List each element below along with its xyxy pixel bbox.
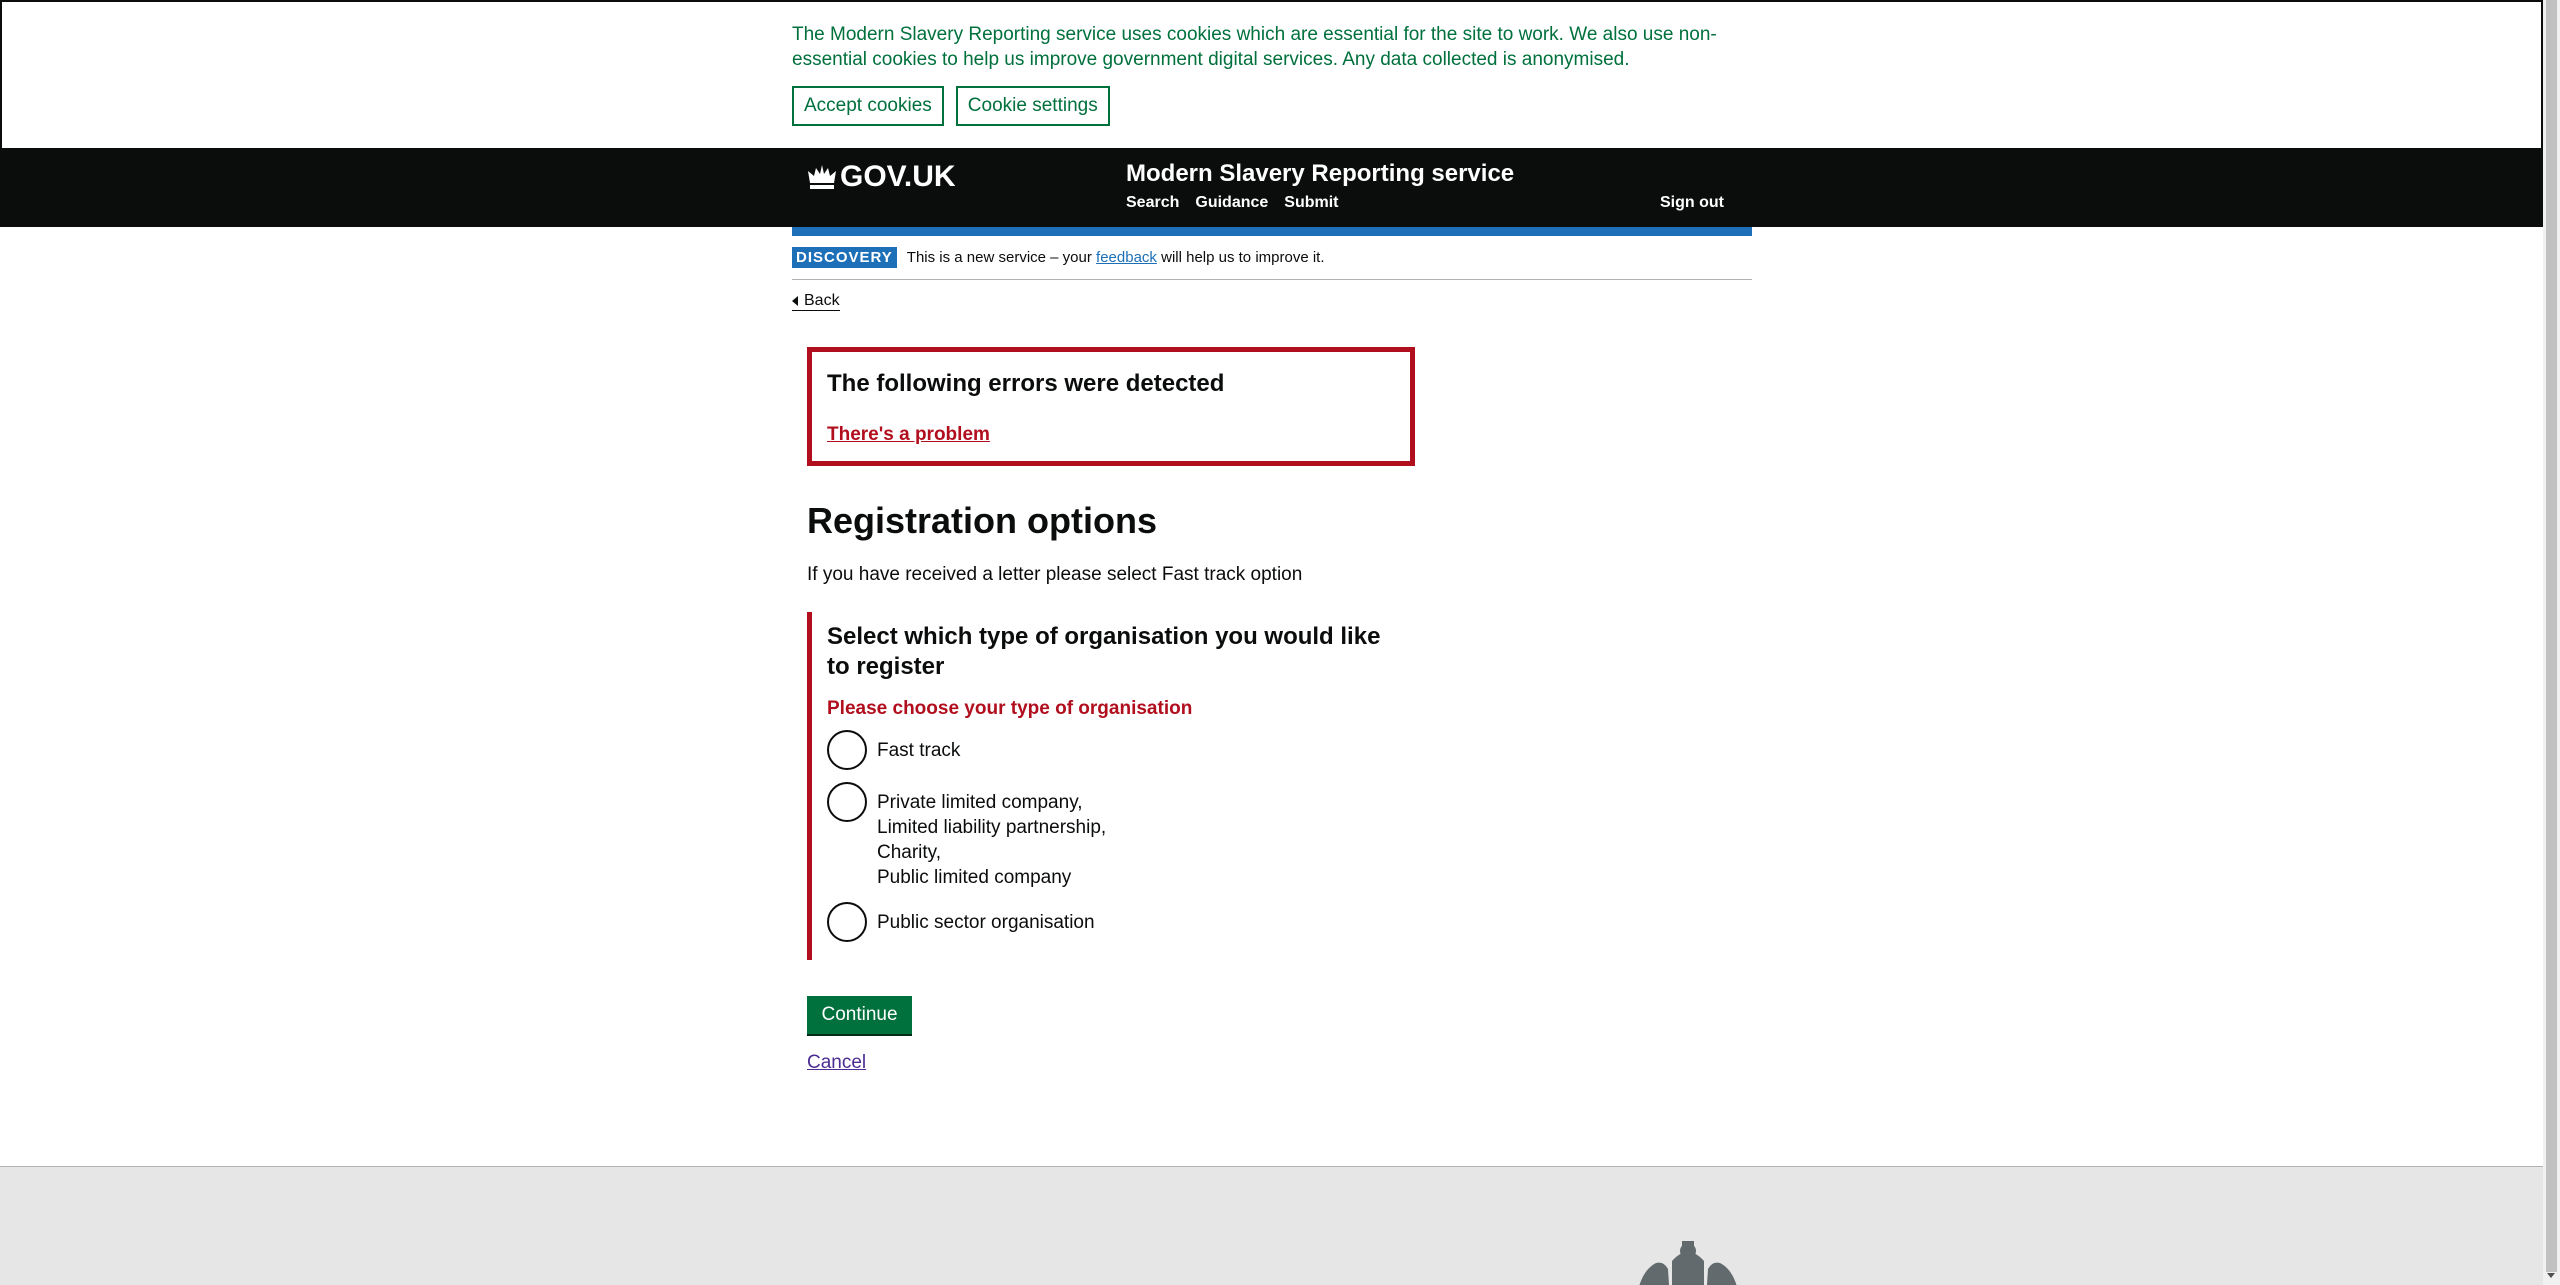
radio-button[interactable] xyxy=(827,782,867,822)
sign-out-link[interactable]: Sign out xyxy=(1660,194,1724,212)
site-header: GOV.UK Modern Slavery Reporting service … xyxy=(0,148,2543,227)
error-summary-link[interactable]: There's a problem xyxy=(827,424,990,446)
cancel-link[interactable]: Cancel xyxy=(807,1052,866,1074)
site-footer xyxy=(0,1166,2543,1285)
royal-coat-of-arms-icon xyxy=(1639,1241,1737,1285)
govuk-logo[interactable]: GOV.UK xyxy=(806,160,956,194)
header-blue-bar xyxy=(792,227,1752,236)
phase-text-before: This is a new service – your xyxy=(906,249,1097,266)
back-arrow-icon xyxy=(792,296,798,306)
option-line: Private limited company, xyxy=(877,792,1083,813)
continue-button[interactable]: Continue xyxy=(807,996,912,1034)
radio-public-sector[interactable]: Public sector organisation xyxy=(827,902,1415,942)
field-error-message: Please choose your type of organisation xyxy=(827,698,1193,719)
page-hint: If you have received a letter please sel… xyxy=(807,564,1303,585)
option-line: Limited liability partnership, xyxy=(877,817,1107,838)
crown-icon xyxy=(808,165,836,189)
organisation-type-fieldset: Select which type of organisation you wo… xyxy=(807,612,1415,960)
service-name[interactable]: Modern Slavery Reporting service xyxy=(1126,160,1514,188)
scrollbar-thumb[interactable] xyxy=(2546,0,2557,1272)
nav-submit[interactable]: Submit xyxy=(1284,194,1338,212)
error-summary-title: The following errors were detected xyxy=(827,370,1225,397)
option-line: Charity, xyxy=(877,842,942,863)
radio-private-company[interactable]: Private limited company, Limited liabili… xyxy=(827,782,1415,890)
radio-label-fast-track[interactable]: Fast track xyxy=(877,738,960,763)
scroll-down-arrow-icon[interactable] xyxy=(2547,1273,2555,1278)
cookie-message: The Modern Slavery Reporting service use… xyxy=(792,24,1717,70)
radio-button[interactable] xyxy=(827,902,867,942)
error-summary: The following errors were detected There… xyxy=(807,347,1415,466)
radio-label-public-sector[interactable]: Public sector organisation xyxy=(877,910,1095,935)
nav-guidance[interactable]: Guidance xyxy=(1195,194,1268,212)
phase-banner: DISCOVERY This is a new service – your f… xyxy=(792,236,1752,280)
radio-button[interactable] xyxy=(827,730,867,770)
cookie-settings-button[interactable]: Cookie settings xyxy=(955,86,1110,126)
feedback-link[interactable]: feedback xyxy=(1096,249,1157,266)
page-title: Registration options xyxy=(807,500,1157,541)
radio-label-private-company[interactable]: Private limited company, Limited liabili… xyxy=(877,790,1106,890)
accept-cookies-button[interactable]: Accept cookies xyxy=(792,86,944,126)
logo-text: GOV.UK xyxy=(840,160,956,193)
radio-fast-track[interactable]: Fast track xyxy=(827,730,1415,770)
option-line: Public limited company xyxy=(877,867,1072,888)
back-label: Back xyxy=(804,292,840,309)
nav-search[interactable]: Search xyxy=(1126,194,1179,212)
phase-text-after: will help us to improve it. xyxy=(1156,249,1325,266)
fieldset-legend: Select which type of organisation you wo… xyxy=(827,623,1381,680)
header-nav: Search Guidance Submit xyxy=(1126,194,1339,212)
back-link[interactable]: Back xyxy=(792,292,840,311)
phase-tag: DISCOVERY xyxy=(792,247,897,268)
cookie-banner: The Modern Slavery Reporting service use… xyxy=(0,0,2543,148)
